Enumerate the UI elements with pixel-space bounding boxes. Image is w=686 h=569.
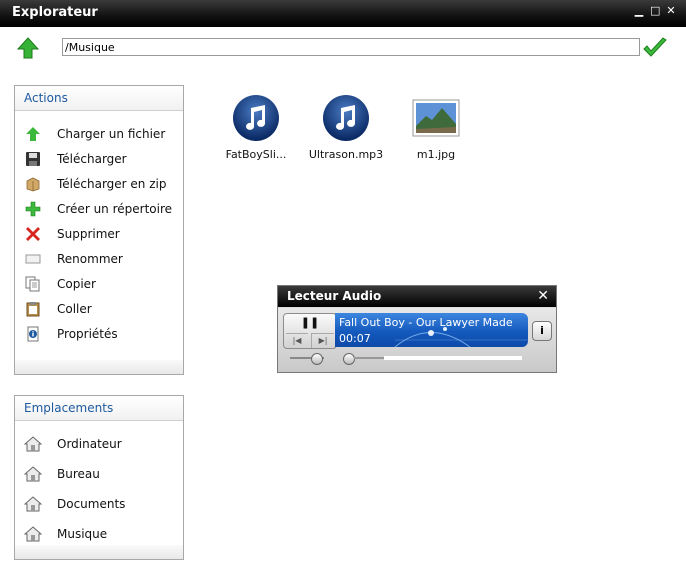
path-input[interactable] xyxy=(62,38,640,56)
rename-field-icon xyxy=(23,250,43,268)
location-desktop[interactable]: Bureau xyxy=(23,463,181,485)
previous-button[interactable]: |◀ xyxy=(286,333,308,348)
volume-slider-knob[interactable] xyxy=(311,353,323,365)
music-note-icon xyxy=(322,94,370,142)
home-icon xyxy=(23,465,43,483)
file-name: Ultrason.mp3 xyxy=(308,148,384,161)
floppy-disk-icon xyxy=(23,150,43,168)
next-button[interactable]: ▶| xyxy=(311,333,334,348)
action-label: Renommer xyxy=(57,252,123,266)
file-item[interactable]: m1.jpg xyxy=(396,94,476,161)
locations-panel: Emplacements Ordinateur Bureau Documents… xyxy=(14,395,184,560)
location-documents[interactable]: Documents xyxy=(23,493,181,515)
pause-button[interactable]: ❚❚ xyxy=(284,314,336,332)
action-properties[interactable]: Propriétés xyxy=(23,323,181,345)
plus-icon xyxy=(23,200,43,218)
action-label: Télécharger xyxy=(57,152,127,166)
action-label: Coller xyxy=(57,302,92,316)
action-paste[interactable]: Coller xyxy=(23,298,181,320)
action-create-folder[interactable]: Créer un répertoire xyxy=(23,198,181,220)
up-arrow-icon xyxy=(16,37,40,59)
maximize-button[interactable]: □ xyxy=(650,5,660,16)
location-label: Bureau xyxy=(57,467,100,481)
parent-folder-button[interactable] xyxy=(16,36,40,60)
file-name: FatBoySli... xyxy=(225,148,287,161)
actions-panel: Actions Charger un fichier Télécharger T… xyxy=(14,85,184,375)
minimize-button[interactable]: ▁ xyxy=(634,5,644,16)
panel-footer xyxy=(15,360,183,374)
action-label: Télécharger en zip xyxy=(57,177,167,191)
checkmark-icon xyxy=(643,37,667,57)
action-label: Charger un fichier xyxy=(57,127,166,141)
zip-box-icon xyxy=(23,175,43,193)
go-button[interactable] xyxy=(642,36,668,60)
clipboard-icon xyxy=(23,300,43,318)
audio-player: Lecteur Audio ✕ ❚❚ |◀ ▶| Fall Out Boy - … xyxy=(277,285,557,373)
action-download[interactable]: Télécharger xyxy=(23,148,181,170)
window-titlebar[interactable]: Explorateur ▁ □ ✕ xyxy=(0,0,686,27)
player-close-button[interactable]: ✕ xyxy=(537,286,549,307)
panel-footer xyxy=(15,545,183,559)
action-copy[interactable]: Copier xyxy=(23,273,181,295)
upload-arrow-icon xyxy=(23,125,43,143)
copy-pages-icon xyxy=(23,275,43,293)
location-label: Musique xyxy=(57,527,108,541)
home-icon xyxy=(23,525,43,543)
location-music[interactable]: Musique xyxy=(23,523,181,545)
close-button[interactable]: ✕ xyxy=(666,5,676,16)
transport-controls: ❚❚ |◀ ▶| xyxy=(283,313,337,349)
file-item[interactable]: Ultrason.mp3 xyxy=(306,94,386,161)
action-upload-file[interactable]: Charger un fichier xyxy=(23,123,181,145)
image-thumbnail-icon xyxy=(412,94,460,142)
action-download-zip[interactable]: Télécharger en zip xyxy=(23,173,181,195)
info-icon xyxy=(23,325,43,343)
file-name: m1.jpg xyxy=(416,148,456,161)
player-titlebar[interactable]: Lecteur Audio ✕ xyxy=(278,286,556,307)
player-body: ❚❚ |◀ ▶| Fall Out Boy - Our Lawyer Made … xyxy=(278,308,556,372)
red-x-icon xyxy=(23,225,43,243)
player-title: Lecteur Audio xyxy=(287,289,382,303)
action-rename[interactable]: Renommer xyxy=(23,248,181,270)
file-item[interactable]: FatBoySli... xyxy=(216,94,296,161)
music-note-icon xyxy=(232,94,280,142)
location-label: Documents xyxy=(57,497,126,511)
info-button[interactable]: i xyxy=(532,321,552,341)
actions-panel-title: Actions xyxy=(15,86,183,111)
track-title: Fall Out Boy - Our Lawyer Made xyxy=(339,316,513,329)
action-label: Propriétés xyxy=(57,327,118,341)
home-icon xyxy=(23,435,43,453)
seek-slider-track[interactable] xyxy=(354,356,522,360)
track-time: 00:07 xyxy=(339,332,371,345)
home-icon xyxy=(23,495,43,513)
explorer-window: Explorateur ▁ □ ✕ Actions Charger un fic… xyxy=(0,0,686,569)
window-title: Explorateur xyxy=(12,5,98,20)
location-label: Ordinateur xyxy=(57,437,122,451)
path-bar xyxy=(0,30,686,66)
location-computer[interactable]: Ordinateur xyxy=(23,433,181,455)
action-label: Créer un répertoire xyxy=(57,202,173,216)
action-delete[interactable]: Supprimer xyxy=(23,223,181,245)
action-label: Supprimer xyxy=(57,227,120,241)
action-label: Copier xyxy=(57,277,96,291)
locations-panel-title: Emplacements xyxy=(15,396,183,421)
track-display: Fall Out Boy - Our Lawyer Made 00:07 xyxy=(335,313,528,347)
